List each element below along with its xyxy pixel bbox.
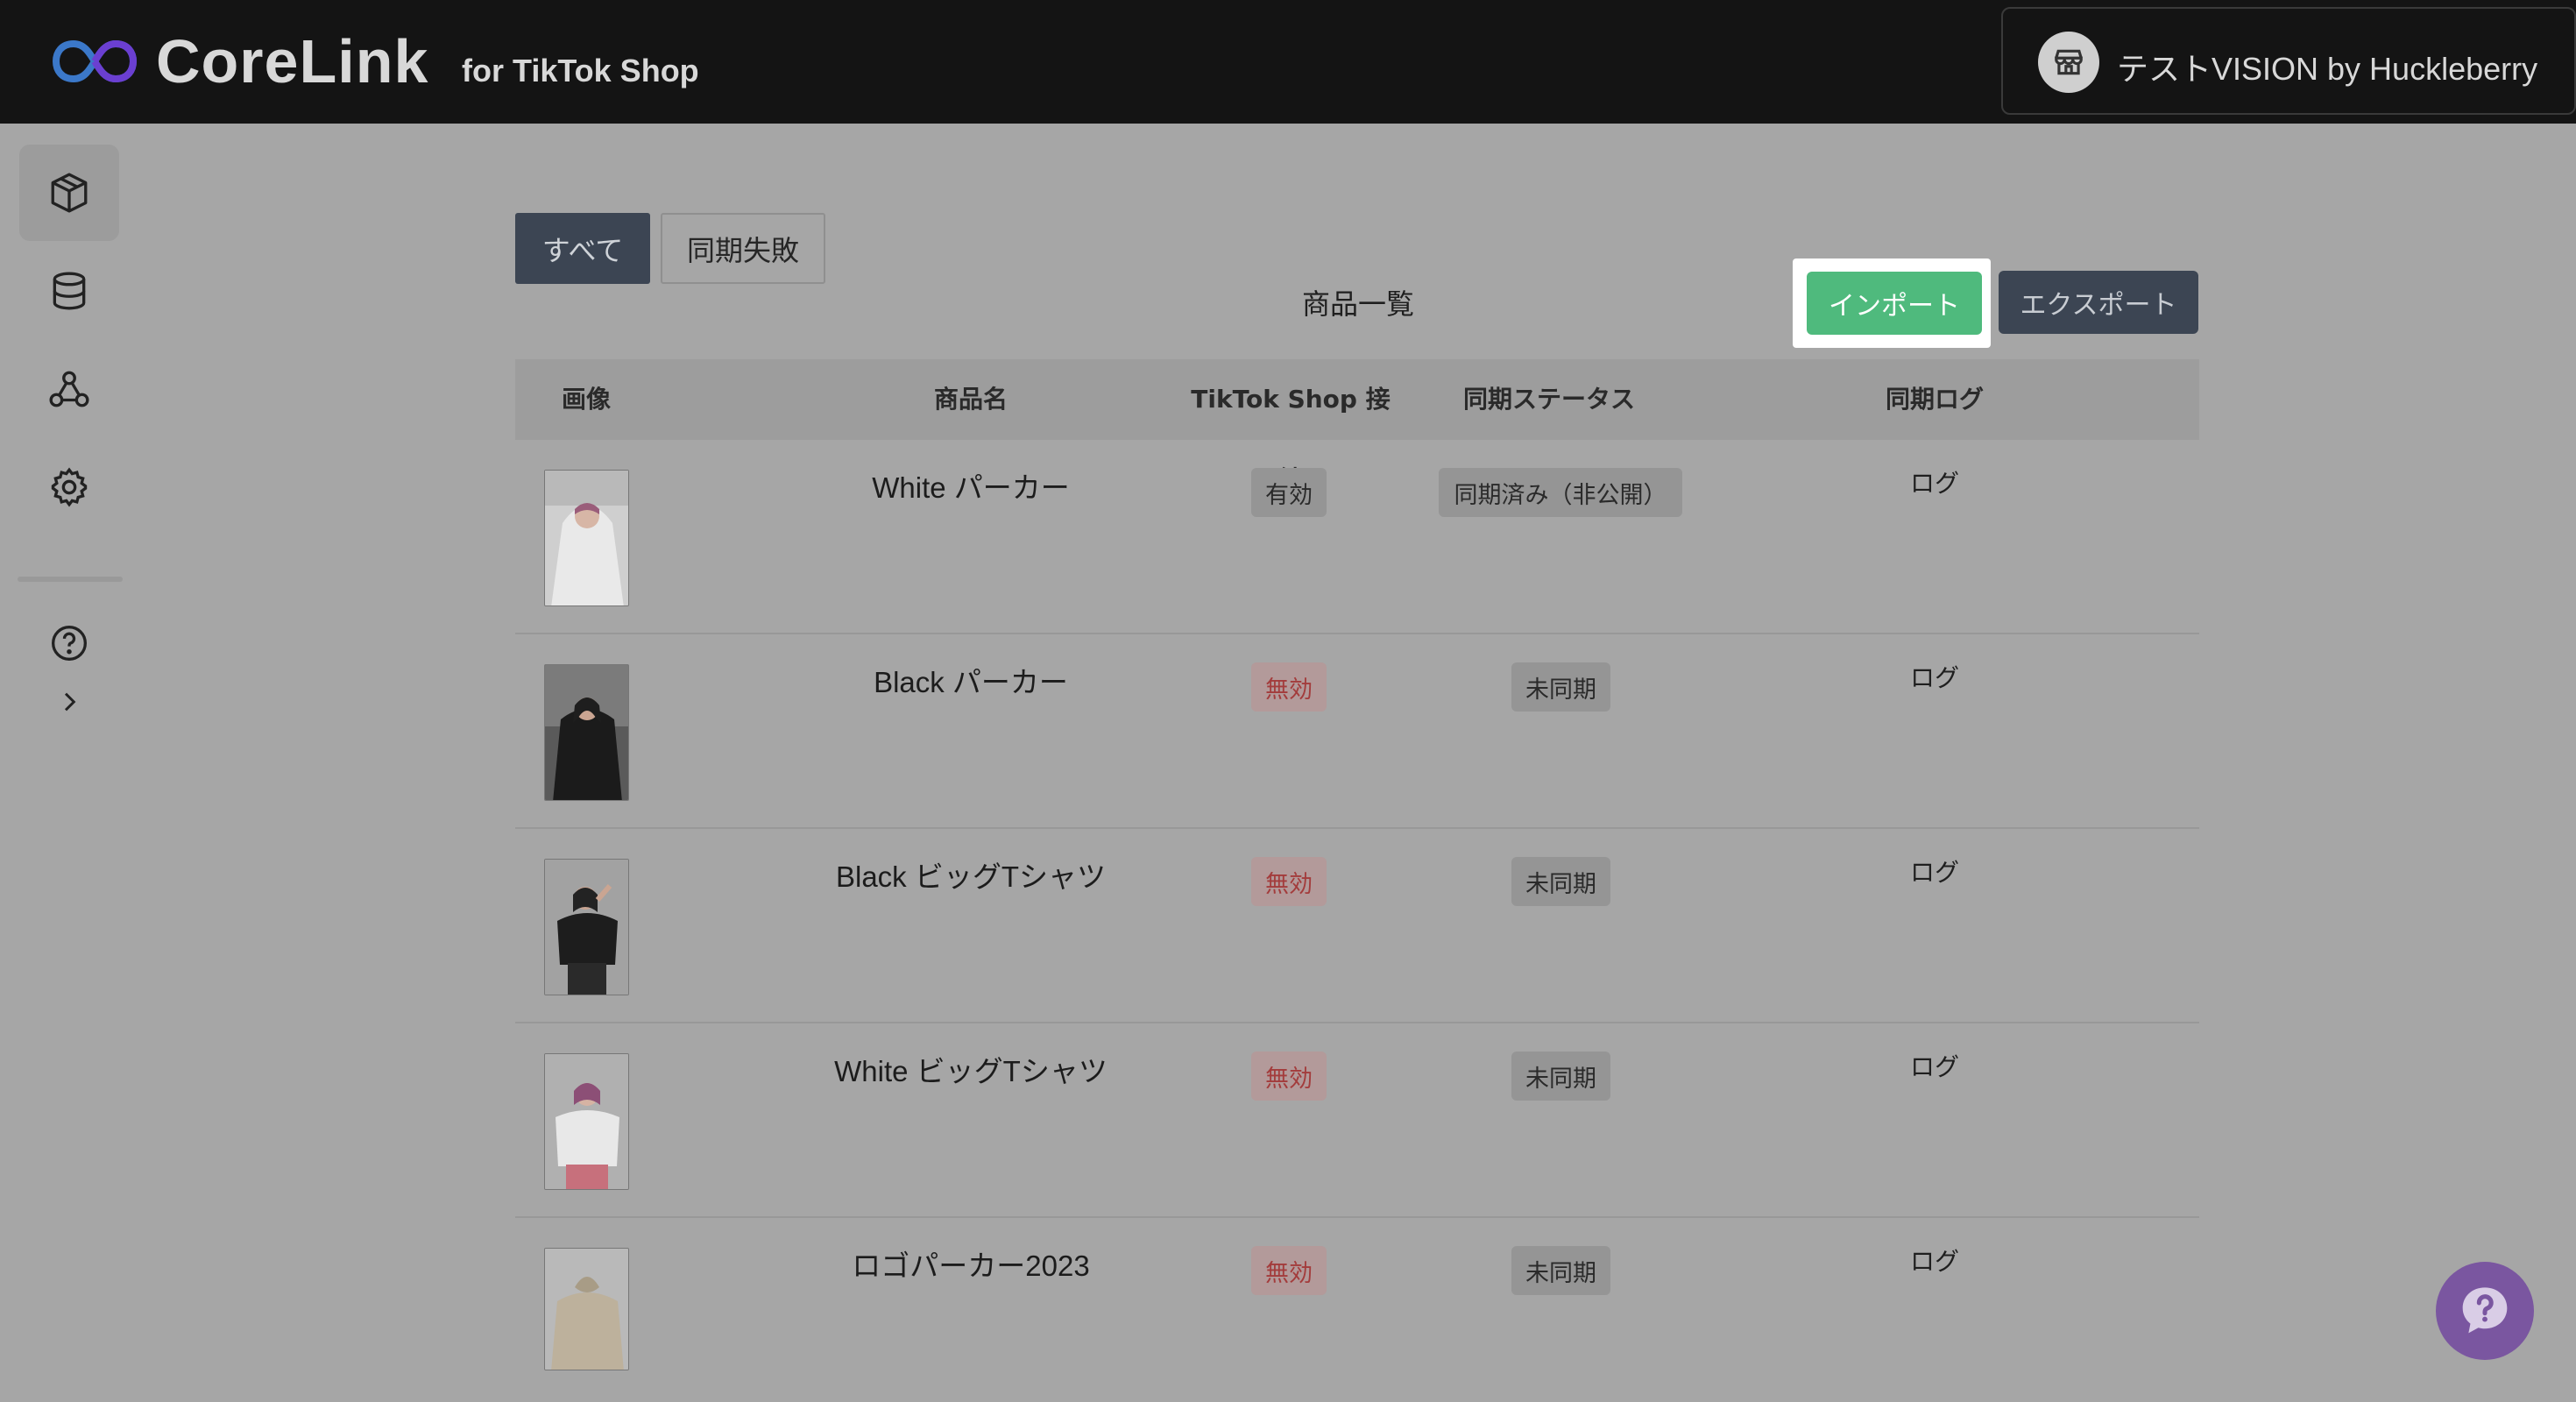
log-link[interactable]: ログ <box>1882 659 1987 694</box>
product-name: Black ビッグTシャツ <box>835 860 1107 893</box>
product-table: 画像 商品名 TikTok Shop 接続 同期ステータス 同期ログ White… <box>515 359 2199 1370</box>
chevron-right-icon <box>64 692 76 712</box>
table-row[interactable]: Black パーカー 無効 未同期 ログ <box>515 634 2199 829</box>
connection-badge: 無効 <box>1251 1052 1327 1101</box>
store-name: テストVISION by Huckleberry <box>2117 51 2538 87</box>
sidebar-expand-button[interactable] <box>19 667 119 737</box>
header-connection: TikTok Shop 接続 <box>1191 385 1391 494</box>
sync-status-badge: 未同期 <box>1511 1246 1610 1295</box>
product-name: Black パーカー <box>874 666 1068 698</box>
sidebar-item-webhooks[interactable] <box>19 341 119 437</box>
top-bar: CoreLink for TikTok Shop テストVISION by Hu… <box>0 0 2576 124</box>
header-status: 同期ステータス <box>1462 385 1635 414</box>
log-link[interactable]: ログ <box>1882 1048 1987 1083</box>
connection-badge: 無効 <box>1251 1246 1327 1295</box>
log-link[interactable]: ログ <box>1882 853 1987 889</box>
product-name: White パーカー <box>872 471 1070 504</box>
table-row[interactable]: White パーカー 有効 同期済み（非公開） ログ <box>515 440 2199 634</box>
connection-badge: 無効 <box>1251 662 1327 712</box>
database-icon <box>53 272 86 310</box>
table-row[interactable]: White ビッグTシャツ 無効 未同期 ログ <box>515 1023 2199 1218</box>
table-header: 画像 商品名 TikTok Shop 接続 同期ステータス 同期ログ <box>515 359 2199 494</box>
help-chat-icon <box>2462 1287 2508 1334</box>
header-image: 画像 <box>561 385 611 414</box>
box-icon <box>51 173 88 213</box>
product-thumbnail <box>544 1053 629 1190</box>
tab-all[interactable]: すべて <box>515 213 650 284</box>
export-button[interactable]: エクスポート <box>1999 271 2198 334</box>
help-circle-icon <box>52 626 87 661</box>
sidebar-item-database[interactable] <box>19 243 119 339</box>
sidebar <box>0 124 140 1402</box>
sync-status-badge: 未同期 <box>1511 1052 1610 1101</box>
log-link[interactable]: ログ <box>1882 464 1987 499</box>
sync-status-badge: 未同期 <box>1511 662 1610 712</box>
store-icon <box>2038 32 2099 93</box>
gear-icon <box>51 467 88 507</box>
brand-name: CoreLink <box>156 27 429 96</box>
tab-sync-failed[interactable]: 同期失敗 <box>661 213 825 284</box>
sidebar-item-settings[interactable] <box>19 439 119 535</box>
table-row[interactable]: Black ビッグTシャツ 無効 未同期 ログ <box>515 829 2199 1023</box>
page-title: 商品一覧 <box>1301 287 1414 321</box>
webhook-icon <box>49 371 89 407</box>
corelink-logo-icon <box>53 39 137 83</box>
log-link[interactable]: ログ <box>1882 1243 1987 1278</box>
header-name: 商品名 <box>933 385 1008 414</box>
product-name: White ビッグTシャツ <box>834 1055 1108 1087</box>
table-row[interactable]: ロゴパーカー2023 無効 未同期 ログ <box>515 1218 2199 1370</box>
sidebar-divider <box>18 577 123 582</box>
chat-help-button[interactable] <box>2436 1262 2534 1360</box>
product-thumbnail <box>544 1248 629 1370</box>
product-thumbnail <box>544 859 629 995</box>
sync-status-badge: 未同期 <box>1511 857 1610 906</box>
import-button[interactable]: インポート <box>1807 272 1982 335</box>
brand-subtitle: for TikTok Shop <box>462 53 699 89</box>
product-thumbnail <box>544 664 629 801</box>
product-name: ロゴパーカー2023 <box>852 1250 1090 1282</box>
connection-badge: 無効 <box>1251 857 1327 906</box>
connection-badge: 有効 <box>1251 468 1327 517</box>
sidebar-item-products[interactable] <box>19 145 119 241</box>
product-thumbnail <box>544 470 629 606</box>
sync-status-badge: 同期済み（非公開） <box>1439 468 1682 517</box>
header-log: 同期ログ <box>1885 385 1984 414</box>
store-selector-button[interactable]: テストVISION by Huckleberry <box>2001 7 2576 115</box>
